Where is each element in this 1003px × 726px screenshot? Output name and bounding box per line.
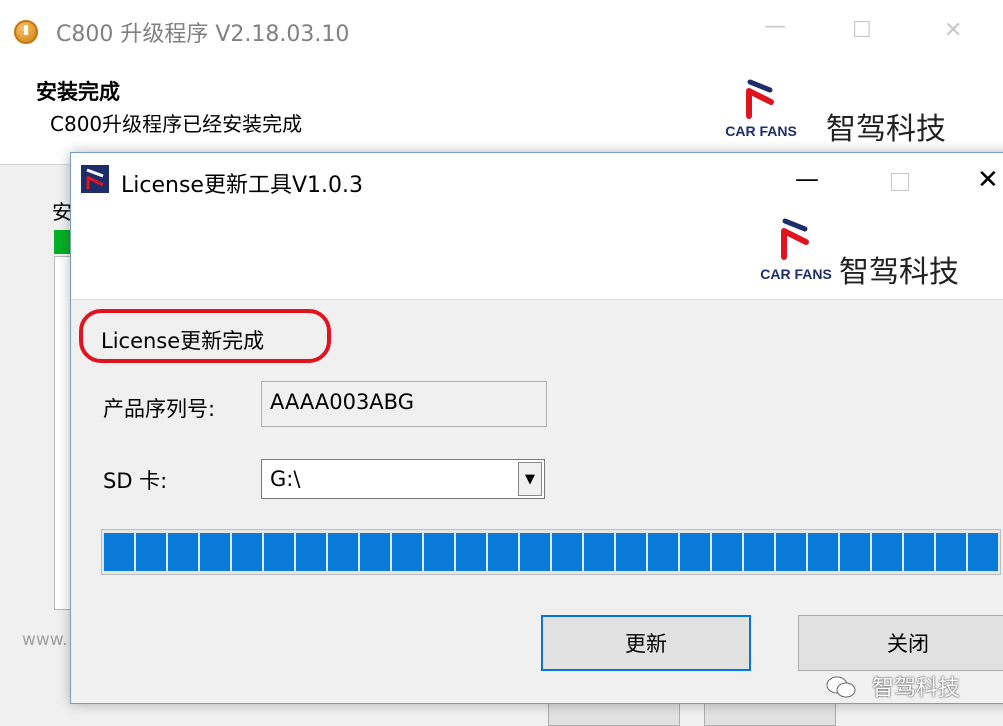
minimize-icon[interactable]: — <box>764 14 786 39</box>
license-titlebar: License更新工具V1.0.3 — ✕ <box>71 153 1003 207</box>
license-progress-bar <box>101 529 1001 575</box>
serial-label: 产品序列号: <box>103 397 216 421</box>
close-button[interactable]: 关闭 <box>798 615 1003 671</box>
logo-text: CAR FANS <box>725 123 797 139</box>
car-fans-logo: CAR FANS <box>725 79 797 139</box>
maximize-icon[interactable] <box>891 173 909 191</box>
status-text: License更新完成 <box>101 329 265 353</box>
installer-app-icon <box>14 20 38 44</box>
minimize-icon[interactable]: — <box>795 165 819 193</box>
maximize-icon[interactable]: ☐ <box>852 18 872 43</box>
progress-fill <box>104 533 998 571</box>
serial-field: AAAA003ABG <box>261 381 547 427</box>
update-button[interactable]: 更新 <box>541 615 751 671</box>
sd-card-value: G:\ <box>270 467 301 491</box>
installer-header: 安装完成 C800升级程序已经安装完成 CAR FANS 智驾科技 <box>0 60 1003 165</box>
installer-window-title: C800 升级程序 V2.18.03.10 <box>56 22 350 47</box>
chevron-down-icon[interactable]: ▼ <box>518 462 542 496</box>
logo-text: CAR FANS <box>760 266 832 282</box>
license-window-title: License更新工具V1.0.3 <box>121 173 363 198</box>
car-fans-logo: CAR FANS <box>760 218 832 282</box>
installer-titlebar: C800 升级程序 V2.18.03.10 — ☐ ✕ <box>0 0 1003 60</box>
watermark-text: 智驾科技 <box>872 676 961 701</box>
close-icon[interactable]: ✕ <box>944 18 962 43</box>
license-header: CAR FANS 智驾科技 <box>71 207 1003 300</box>
license-app-icon <box>81 165 109 193</box>
close-icon[interactable]: ✕ <box>977 165 999 195</box>
installer-footer-link: www. <box>22 630 68 650</box>
license-dialog: License更新工具V1.0.3 — ✕ CAR FANS 智驾科技 Lice… <box>70 152 1003 704</box>
installer-subheading: C800升级程序已经安装完成 <box>50 112 303 136</box>
sd-card-select[interactable]: G:\ ▼ <box>261 459 545 499</box>
installer-heading: 安装完成 <box>36 80 120 104</box>
installer-body-label: 安 <box>52 200 72 224</box>
brand-name: 智驾科技 <box>839 255 959 290</box>
sd-card-label: SD 卡: <box>103 469 168 493</box>
wechat-icon <box>826 676 856 698</box>
brand-name: 智驾科技 <box>826 112 946 147</box>
